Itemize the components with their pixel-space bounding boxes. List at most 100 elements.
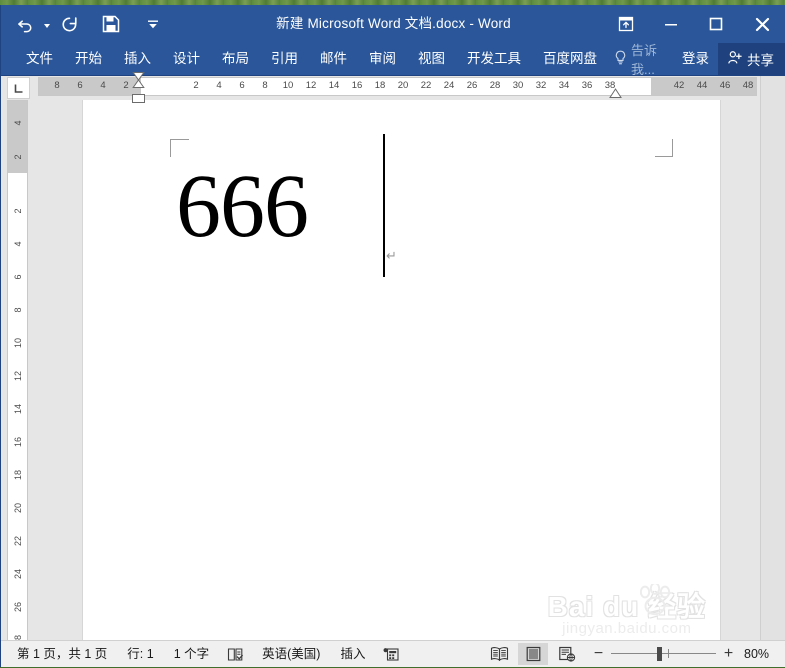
hruler-tick: 8 (262, 80, 268, 91)
hruler-tick: 44 (696, 80, 708, 91)
maximize-icon[interactable] (693, 5, 738, 43)
vruler-tick: 26 (12, 601, 23, 613)
hruler-tick: 2 (123, 80, 129, 91)
sign-in-button[interactable]: 登录 (673, 43, 718, 75)
insert-mode-status[interactable]: 插入 (330, 641, 375, 668)
ribbon-display-options-icon[interactable] (603, 5, 648, 43)
hruler-tick: 4 (100, 80, 106, 91)
title-bar: 新建 Microsoft Word 文档.docx - Word (1, 5, 785, 43)
vruler-tick: 6 (12, 274, 23, 280)
window-controls (603, 5, 785, 43)
share-label: 共享 (747, 53, 774, 68)
paw-print-icon (636, 581, 678, 626)
print-layout-icon[interactable] (518, 643, 548, 665)
status-bar: 第 1 页，共 1 页 行: 1 1 个字 英语(美国) 插入 − + 80% (1, 640, 785, 667)
hruler-tick: 48 (742, 80, 754, 91)
vertical-ruler[interactable]: 422468101214161820222426283032343638 (7, 100, 28, 643)
page-info[interactable]: 第 1 页，共 1 页 (7, 641, 117, 668)
right-indent-marker[interactable] (609, 88, 622, 99)
vruler-tick: 4 (12, 241, 23, 247)
proofing-errors-icon[interactable] (219, 641, 252, 668)
hruler-tick: 32 (535, 80, 547, 91)
tab-developer[interactable]: 开发工具 (456, 43, 532, 75)
paragraph-mark: ↵ (386, 248, 397, 263)
vertical-scrollbar[interactable] (760, 76, 785, 667)
hruler-tick: 36 (581, 80, 593, 91)
left-tab-stop-icon[interactable] (7, 77, 30, 99)
lightbulb-icon (614, 50, 627, 68)
record-macro-icon[interactable] (375, 641, 407, 668)
document-canvas[interactable]: 666 ↵ Bai du 经验 jingyan.baidu.com (38, 100, 761, 667)
redo-icon[interactable] (53, 9, 85, 39)
hruler-tick: 22 (420, 80, 432, 91)
vruler-tick: 20 (12, 502, 23, 514)
save-icon[interactable] (95, 9, 127, 39)
hruler-tick: 16 (351, 80, 363, 91)
horizontal-ruler[interactable]: 8 6 4 2 2 4 6 8 10 12 14 16 18 20 22 24 26 28 30 32 34 36 38 42… (38, 77, 757, 96)
word-window: 新建 Microsoft Word 文档.docx - Word 文件 开始 插… (0, 5, 785, 667)
document-page[interactable]: 666 ↵ Bai du 经验 jingyan.baidu.com (83, 100, 720, 643)
undo-icon[interactable] (9, 9, 41, 39)
hruler-tick: 6 (239, 80, 245, 91)
first-line-indent-marker[interactable] (132, 71, 145, 96)
vruler-tick: 14 (12, 403, 23, 415)
line-info[interactable]: 行: 1 (117, 641, 163, 668)
hruler-tick: 4 (216, 80, 222, 91)
zoom-slider[interactable]: − + (592, 646, 735, 662)
vruler-tick: 8 (12, 307, 23, 313)
hruler-tick: 42 (673, 80, 685, 91)
close-icon[interactable] (738, 5, 785, 43)
vruler-tick: 16 (12, 436, 23, 448)
hruler-tick: 14 (328, 80, 340, 91)
left-indent-marker[interactable] (132, 94, 145, 103)
tell-me-label: 告诉我... (631, 43, 658, 77)
tell-me-box[interactable]: 告诉我... (608, 43, 673, 77)
zoom-in-button[interactable]: + (722, 646, 735, 662)
minimize-icon[interactable] (648, 5, 693, 43)
watermark-main-text: Bai du 经验 (547, 590, 706, 622)
undo-dropdown-chevron-down-icon[interactable] (41, 9, 53, 39)
share-button[interactable]: 共享 (718, 43, 785, 75)
vruler-tick: 12 (12, 370, 23, 382)
quick-access-toolbar (9, 5, 169, 43)
vruler-tick: 24 (12, 568, 23, 580)
zoom-slider-thumb[interactable] (657, 647, 662, 661)
hruler-tick: 28 (489, 80, 501, 91)
vruler-tick: 18 (12, 469, 23, 481)
document-body-text[interactable]: 666 (176, 157, 309, 257)
tab-file[interactable]: 文件 (15, 43, 64, 75)
ribbon-tab-bar: 文件 开始 插入 设计 布局 引用 邮件 审阅 视图 开发工具 百度网盘 告诉我… (1, 43, 785, 77)
vruler-tick: 4 (12, 120, 23, 126)
read-mode-icon[interactable] (484, 643, 514, 665)
vruler-tick: 10 (12, 337, 23, 349)
hruler-tick: 20 (397, 80, 409, 91)
zoom-slider-midpoint (668, 649, 669, 658)
tab-mailings[interactable]: 邮件 (309, 43, 358, 75)
baidu-jingyan-watermark: Bai du 经验 jingyan.baidu.com (547, 581, 706, 637)
language-status[interactable]: 英语(美国) (252, 641, 330, 668)
customize-quick-access-icon[interactable] (137, 9, 169, 39)
zoom-level-label[interactable]: 80% (735, 647, 778, 661)
tab-references[interactable]: 引用 (260, 43, 309, 75)
hruler-tick: 2 (193, 80, 199, 91)
watermark-sub-text: jingyan.baidu.com (562, 620, 692, 637)
zoom-slider-track[interactable] (611, 647, 716, 661)
hruler-tick: 30 (512, 80, 524, 91)
vruler-tick: 2 (12, 208, 23, 214)
word-count[interactable]: 1 个字 (164, 641, 219, 668)
hruler-tick: 12 (305, 80, 317, 91)
margin-corner-top-right (655, 139, 673, 157)
person-share-icon (727, 50, 743, 69)
tab-baidu-netdisk[interactable]: 百度网盘 (532, 43, 608, 75)
vruler-top-margin (8, 101, 27, 173)
tab-layout[interactable]: 布局 (211, 43, 260, 75)
tab-home[interactable]: 开始 (64, 43, 113, 75)
tab-design[interactable]: 设计 (162, 43, 211, 75)
hruler-tick: 26 (466, 80, 478, 91)
tab-view[interactable]: 视图 (407, 43, 456, 75)
zoom-out-button[interactable]: − (592, 646, 605, 662)
web-layout-icon[interactable] (552, 643, 582, 665)
hruler-tick: 6 (77, 80, 83, 91)
hruler-tick: 10 (282, 80, 294, 91)
tab-review[interactable]: 审阅 (358, 43, 407, 75)
